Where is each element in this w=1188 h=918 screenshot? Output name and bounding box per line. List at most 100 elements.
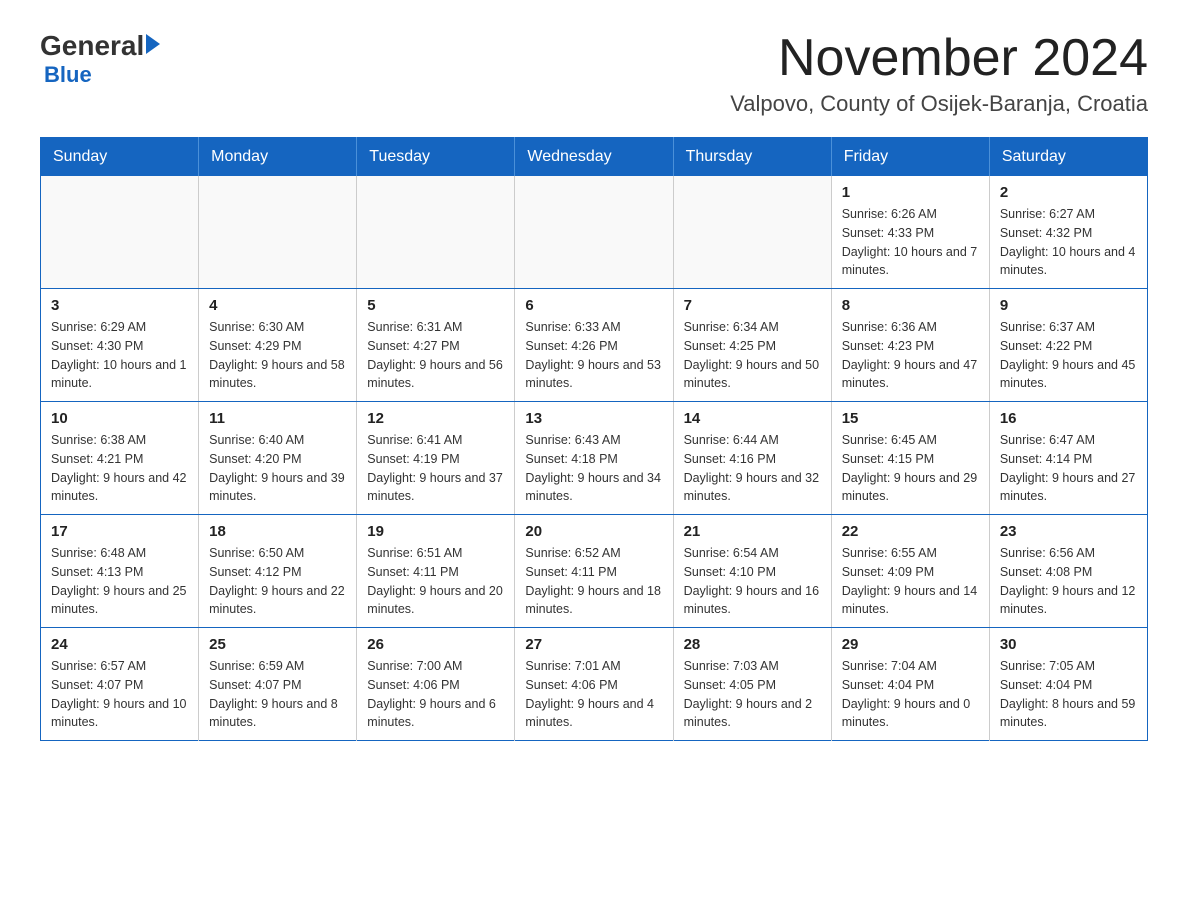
day-info: Sunrise: 7:00 AM Sunset: 4:06 PM Dayligh… — [367, 657, 504, 732]
calendar-cell: 2 Sunrise: 6:27 AM Sunset: 4:32 PM Daylig… — [989, 176, 1147, 289]
calendar-cell: 20 Sunrise: 6:52 AM Sunset: 4:11 PM Dayli… — [515, 515, 673, 628]
calendar-cell — [357, 176, 515, 289]
day-info: Sunrise: 6:52 AM Sunset: 4:11 PM Dayligh… — [525, 544, 662, 619]
day-number: 24 — [51, 636, 188, 653]
day-info: Sunrise: 7:04 AM Sunset: 4:04 PM Dayligh… — [842, 657, 979, 732]
day-number: 23 — [1000, 523, 1137, 540]
calendar-cell: 10Sunrise: 6:38 AM Sunset: 4:21 PM Dayli… — [41, 402, 199, 515]
calendar-cell: 4 Sunrise: 6:30 AM Sunset: 4:29 PM Daylig… — [199, 289, 357, 402]
day-info: Sunrise: 6:33 AM Sunset: 4:26 PM Dayligh… — [525, 318, 662, 393]
day-number: 19 — [367, 523, 504, 540]
day-info: Sunrise: 6:27 AM Sunset: 4:32 PM Dayligh… — [1000, 205, 1137, 280]
calendar-cell: 27 Sunrise: 7:01 AM Sunset: 4:06 PM Dayli… — [515, 628, 673, 741]
calendar-cell: 3 Sunrise: 6:29 AM Sunset: 4:30 PM Daylig… — [41, 289, 199, 402]
day-number: 21 — [684, 523, 821, 540]
day-info: Sunrise: 6:34 AM Sunset: 4:25 PM Dayligh… — [684, 318, 821, 393]
day-info: Sunrise: 6:51 AM Sunset: 4:11 PM Dayligh… — [367, 544, 504, 619]
calendar-cell: 15 Sunrise: 6:45 AM Sunset: 4:15 PM Dayli… — [831, 402, 989, 515]
day-number: 17 — [51, 523, 188, 540]
calendar-cell: 9Sunrise: 6:37 AM Sunset: 4:22 PM Daylig… — [989, 289, 1147, 402]
day-number: 22 — [842, 523, 979, 540]
calendar-cell: 19 Sunrise: 6:51 AM Sunset: 4:11 PM Dayli… — [357, 515, 515, 628]
calendar-cell — [673, 176, 831, 289]
calendar-cell: 8 Sunrise: 6:36 AM Sunset: 4:23 PM Daylig… — [831, 289, 989, 402]
col-header-thursday: Thursday — [673, 138, 831, 177]
day-number: 8 — [842, 297, 979, 314]
calendar-cell: 17 Sunrise: 6:48 AM Sunset: 4:13 PM Dayli… — [41, 515, 199, 628]
day-info: Sunrise: 6:31 AM Sunset: 4:27 PM Dayligh… — [367, 318, 504, 393]
col-header-sunday: Sunday — [41, 138, 199, 177]
day-number: 13 — [525, 410, 662, 427]
day-number: 5 — [367, 297, 504, 314]
day-info: Sunrise: 6:30 AM Sunset: 4:29 PM Dayligh… — [209, 318, 346, 393]
day-info: Sunrise: 6:29 AM Sunset: 4:30 PM Dayligh… — [51, 318, 188, 393]
col-header-monday: Monday — [199, 138, 357, 177]
day-number: 20 — [525, 523, 662, 540]
day-info: Sunrise: 7:05 AM Sunset: 4:04 PM Dayligh… — [1000, 657, 1137, 732]
calendar-cell: 29 Sunrise: 7:04 AM Sunset: 4:04 PM Dayli… — [831, 628, 989, 741]
calendar-cell: 21 Sunrise: 6:54 AM Sunset: 4:10 PM Dayli… — [673, 515, 831, 628]
day-info: Sunrise: 6:55 AM Sunset: 4:09 PM Dayligh… — [842, 544, 979, 619]
calendar-cell: 26 Sunrise: 7:00 AM Sunset: 4:06 PM Dayli… — [357, 628, 515, 741]
location-subtitle: Valpovo, County of Osijek-Baranja, Croat… — [730, 91, 1148, 117]
col-header-wednesday: Wednesday — [515, 138, 673, 177]
calendar-cell: 11 Sunrise: 6:40 AM Sunset: 4:20 PM Dayli… — [199, 402, 357, 515]
day-info: Sunrise: 6:45 AM Sunset: 4:15 PM Dayligh… — [842, 431, 979, 506]
calendar-cell: 12 Sunrise: 6:41 AM Sunset: 4:19 PM Dayli… — [357, 402, 515, 515]
day-number: 4 — [209, 297, 346, 314]
day-number: 2 — [1000, 184, 1137, 201]
calendar-cell: 23 Sunrise: 6:56 AM Sunset: 4:08 PM Dayli… — [989, 515, 1147, 628]
day-number: 10 — [51, 410, 188, 427]
day-info: Sunrise: 6:41 AM Sunset: 4:19 PM Dayligh… — [367, 431, 504, 506]
day-info: Sunrise: 6:59 AM Sunset: 4:07 PM Dayligh… — [209, 657, 346, 732]
day-number: 26 — [367, 636, 504, 653]
day-info: Sunrise: 6:57 AM Sunset: 4:07 PM Dayligh… — [51, 657, 188, 732]
day-info: Sunrise: 7:01 AM Sunset: 4:06 PM Dayligh… — [525, 657, 662, 732]
day-info: Sunrise: 6:44 AM Sunset: 4:16 PM Dayligh… — [684, 431, 821, 506]
day-info: Sunrise: 6:48 AM Sunset: 4:13 PM Dayligh… — [51, 544, 188, 619]
day-number: 7 — [684, 297, 821, 314]
day-number: 3 — [51, 297, 188, 314]
col-header-friday: Friday — [831, 138, 989, 177]
day-number: 30 — [1000, 636, 1137, 653]
day-number: 1 — [842, 184, 979, 201]
day-number: 16 — [1000, 410, 1137, 427]
day-info: Sunrise: 6:40 AM Sunset: 4:20 PM Dayligh… — [209, 431, 346, 506]
calendar-cell — [515, 176, 673, 289]
calendar-cell: 28Sunrise: 7:03 AM Sunset: 4:05 PM Dayli… — [673, 628, 831, 741]
calendar-cell: 16 Sunrise: 6:47 AM Sunset: 4:14 PM Dayli… — [989, 402, 1147, 515]
day-info: Sunrise: 6:47 AM Sunset: 4:14 PM Dayligh… — [1000, 431, 1137, 506]
calendar-cell: 5 Sunrise: 6:31 AM Sunset: 4:27 PM Daylig… — [357, 289, 515, 402]
calendar-cell: 24 Sunrise: 6:57 AM Sunset: 4:07 PM Dayli… — [41, 628, 199, 741]
calendar-cell: 7 Sunrise: 6:34 AM Sunset: 4:25 PM Daylig… — [673, 289, 831, 402]
calendar-cell: 25 Sunrise: 6:59 AM Sunset: 4:07 PM Dayli… — [199, 628, 357, 741]
day-info: Sunrise: 6:26 AM Sunset: 4:33 PM Dayligh… — [842, 205, 979, 280]
calendar-cell — [199, 176, 357, 289]
day-number: 29 — [842, 636, 979, 653]
logo: General Blue — [40, 30, 160, 88]
logo-general: General — [40, 30, 144, 62]
calendar-cell: 22 Sunrise: 6:55 AM Sunset: 4:09 PM Dayli… — [831, 515, 989, 628]
calendar-cell: 13Sunrise: 6:43 AM Sunset: 4:18 PM Dayli… — [515, 402, 673, 515]
calendar-cell — [41, 176, 199, 289]
calendar-cell: 6Sunrise: 6:33 AM Sunset: 4:26 PM Daylig… — [515, 289, 673, 402]
day-number: 15 — [842, 410, 979, 427]
day-info: Sunrise: 6:36 AM Sunset: 4:23 PM Dayligh… — [842, 318, 979, 393]
day-number: 25 — [209, 636, 346, 653]
day-number: 14 — [684, 410, 821, 427]
col-header-saturday: Saturday — [989, 138, 1147, 177]
day-number: 12 — [367, 410, 504, 427]
day-info: Sunrise: 6:50 AM Sunset: 4:12 PM Dayligh… — [209, 544, 346, 619]
day-info: Sunrise: 6:54 AM Sunset: 4:10 PM Dayligh… — [684, 544, 821, 619]
calendar-cell: 18 Sunrise: 6:50 AM Sunset: 4:12 PM Dayli… — [199, 515, 357, 628]
day-number: 18 — [209, 523, 346, 540]
calendar-cell: 1 Sunrise: 6:26 AM Sunset: 4:33 PM Daylig… — [831, 176, 989, 289]
day-number: 11 — [209, 410, 346, 427]
day-info: Sunrise: 6:56 AM Sunset: 4:08 PM Dayligh… — [1000, 544, 1137, 619]
page-header: General Blue November 2024 Valpovo, Coun… — [40, 30, 1148, 117]
calendar-cell: 14 Sunrise: 6:44 AM Sunset: 4:16 PM Dayli… — [673, 402, 831, 515]
logo-blue: Blue — [44, 62, 92, 88]
logo-arrow-icon — [146, 34, 160, 54]
calendar-table: SundayMondayTuesdayWednesdayThursdayFrid… — [40, 137, 1148, 741]
day-number: 27 — [525, 636, 662, 653]
